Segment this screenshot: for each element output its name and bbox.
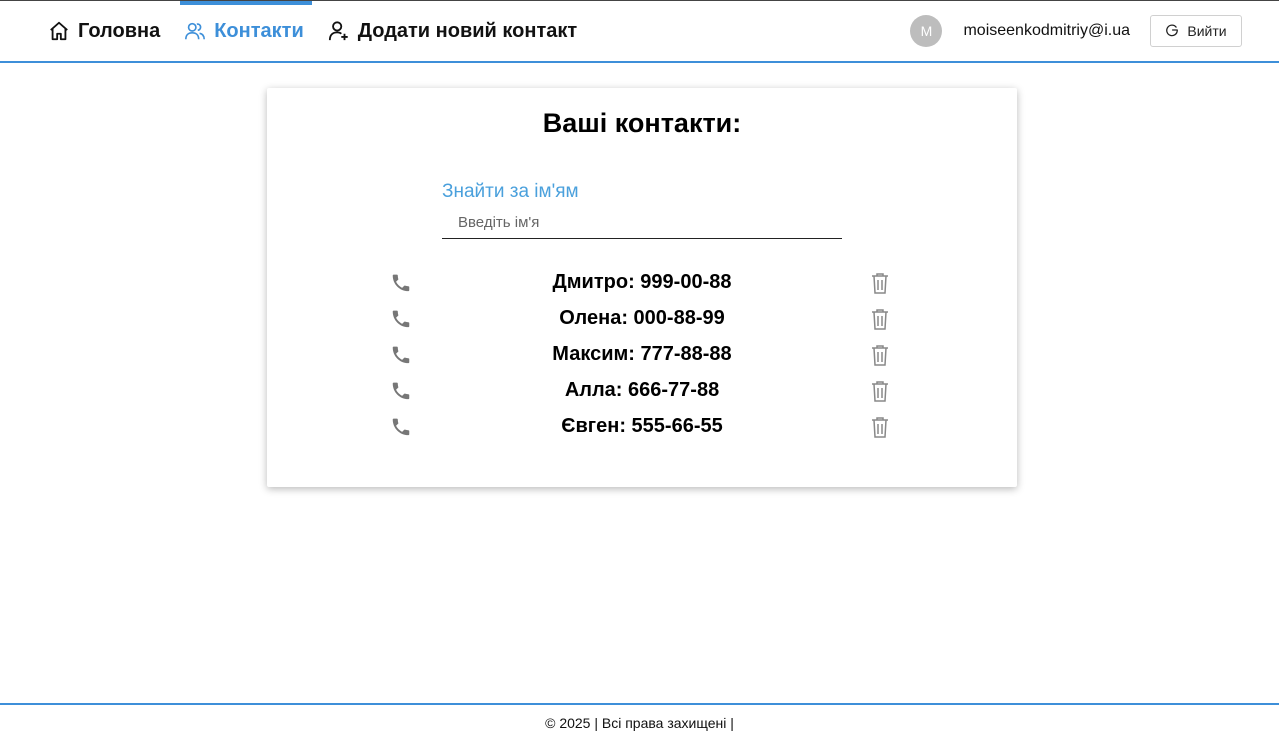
nav-item-add-contact[interactable]: Додати новий контакт: [324, 1, 581, 61]
add-user-icon: [328, 20, 350, 42]
phone-icon[interactable]: [390, 272, 412, 294]
trash-icon[interactable]: [869, 379, 891, 403]
home-icon: [48, 20, 70, 42]
search-label: Знайти за ім'ям: [442, 181, 579, 202]
main-nav: Головна Контакти Додати новий контакт: [44, 1, 597, 61]
trash-icon[interactable]: [869, 307, 891, 331]
list-item: Дмитро: 999-00-88: [387, 265, 897, 301]
page-title: Ваші контакти:: [542, 108, 742, 138]
contact-text: Євген: 555-66-55: [561, 415, 723, 437]
list-item: Олена: 000-88-99: [387, 301, 897, 337]
contacts-icon: [184, 20, 206, 42]
nav-item-home[interactable]: Головна: [44, 1, 164, 61]
page-footer: © 2025 | Всі права захищені |: [0, 703, 1279, 740]
search-input[interactable]: [442, 206, 842, 239]
list-item: Алла: 666-77-88: [387, 373, 897, 409]
contact-list: Дмитро: 999-00-88 Олена: 000-88-99 Макси…: [387, 265, 897, 445]
footer-text: © 2025 | Всі права захищені |: [545, 715, 734, 731]
app-header: Головна Контакти Додати новий контакт M …: [0, 1, 1279, 63]
trash-icon[interactable]: [869, 343, 891, 367]
logout-icon: [1165, 23, 1179, 40]
phone-icon[interactable]: [390, 416, 412, 438]
user-area: M moiseenkodmitriy@i.ua Вийти: [910, 15, 1242, 47]
contact-text: Алла: 666-77-88: [564, 379, 720, 401]
phone-icon[interactable]: [390, 380, 412, 402]
nav-item-label: Контакти: [214, 19, 304, 42]
logout-label: Вийти: [1187, 23, 1227, 39]
trash-icon[interactable]: [869, 415, 891, 439]
logout-button[interactable]: Вийти: [1150, 15, 1242, 47]
avatar[interactable]: M: [910, 15, 943, 47]
contacts-card: Ваші контакти: Знайти за ім'ям Дмитро: 9…: [267, 88, 1017, 487]
trash-icon[interactable]: [869, 271, 891, 295]
nav-item-contacts[interactable]: Контакти: [180, 1, 312, 61]
nav-item-label: Головна: [78, 19, 161, 42]
list-item: Євген: 555-66-55: [387, 409, 897, 445]
contact-text: Максим: 777-88-88: [552, 343, 732, 365]
nav-item-label: Додати новий контакт: [357, 19, 578, 42]
list-item: Максим: 777-88-88: [387, 337, 897, 373]
phone-icon[interactable]: [390, 344, 412, 366]
contact-text: Олена: 000-88-99: [559, 307, 725, 329]
user-email: moiseenkodmitriy@i.ua: [963, 22, 1130, 39]
phone-icon[interactable]: [390, 308, 412, 330]
contact-text: Дмитро: 999-00-88: [552, 271, 732, 293]
